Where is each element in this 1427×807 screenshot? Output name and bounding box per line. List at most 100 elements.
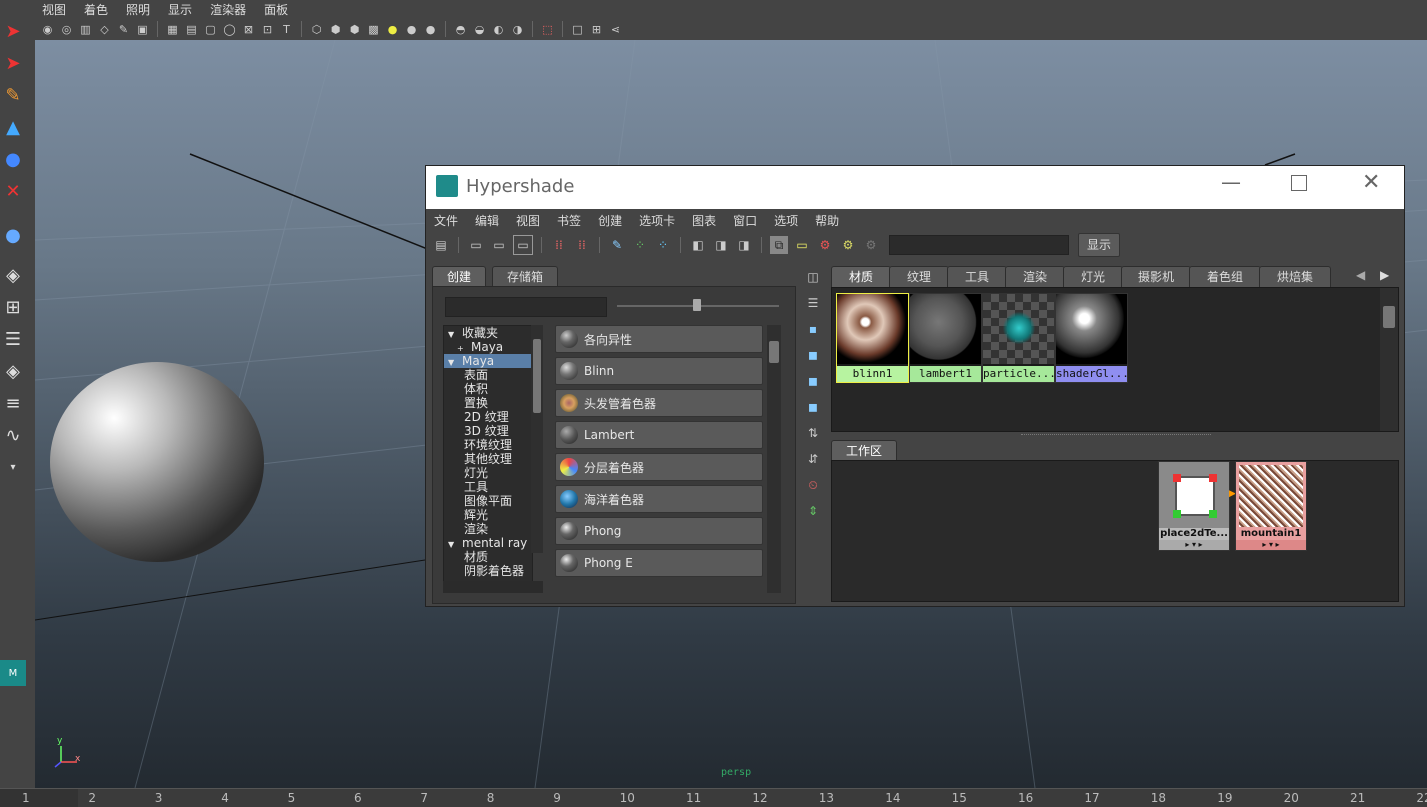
tab-bake-sets[interactable]: 烘焙集 [1259, 266, 1331, 287]
viewport-menu-item[interactable]: 面板 [264, 1, 288, 18]
node-ports[interactable]: ▸ ▾ ▸ [1236, 540, 1306, 550]
layout-expand-icon[interactable]: ▾ [0, 454, 26, 480]
tab-cameras[interactable]: 摄影机 [1121, 266, 1191, 287]
layout-graph-icon[interactable]: ◈ [0, 358, 26, 384]
tree-item[interactable]: 图像平面 [444, 494, 532, 508]
medium-icon-view[interactable]: ◼ [804, 346, 822, 364]
tree-item[interactable]: ▼ mental ray [444, 536, 532, 550]
layout-outliner-icon[interactable]: ☰ [0, 326, 26, 352]
minimize-icon[interactable]: — [1221, 170, 1241, 194]
xray-components-icon[interactable]: ◐ [491, 22, 506, 37]
large-icon-view[interactable]: ◼ [804, 372, 822, 390]
close-icon[interactable]: ✕ [1362, 170, 1380, 195]
textured-icon[interactable]: ▩ [366, 22, 381, 37]
tree-item[interactable]: 阴影着色器 [444, 564, 532, 578]
tree-item[interactable]: 工具 [444, 480, 532, 494]
pane-splitter[interactable] [1021, 434, 1211, 437]
tree-item[interactable]: 灯光 [444, 466, 532, 480]
tab-utilities[interactable]: 工具 [947, 266, 1007, 287]
material-item[interactable]: 分层着色器 [555, 453, 763, 481]
smooth-shade-icon[interactable]: ⬢ [328, 22, 343, 37]
material-swatch[interactable]: shaderGl... [1055, 293, 1128, 383]
tab-shading-groups[interactable]: 着色组 [1189, 266, 1261, 287]
swatch-small-icon[interactable]: ▭ [793, 236, 811, 254]
tree-item[interactable]: 渲染 [444, 522, 532, 536]
material-item[interactable]: Blinn [555, 357, 763, 385]
hypershade-menu-item[interactable]: 创建 [598, 212, 622, 229]
grease-pencil-icon[interactable]: ✎ [116, 22, 131, 37]
category-tree[interactable]: ▼ 收藏夹 + Maya ▼ Maya 表面 体积 置换 2D 纹理 3D 纹理 环境纹理 其他纹理 灯光… [443, 325, 533, 583]
work-area[interactable]: place2dTe... ▸ ▾ ▸ ▶ mountain1 ▸ ▾ ▸ [831, 460, 1399, 602]
display-button[interactable]: 显示 [1078, 233, 1121, 257]
hypershade-menu-item[interactable]: 书签 [557, 212, 581, 229]
snapshot-icon[interactable]: ⚙ [862, 236, 880, 254]
tab-textures[interactable]: 纹理 [889, 266, 949, 287]
time-slider[interactable]: 12345678910111213141516171819202122 [0, 788, 1427, 807]
sort-type-icon[interactable]: ⇵ [804, 450, 822, 468]
layout-both-icon[interactable]: ▭ [513, 235, 533, 255]
material-item[interactable]: Phong [555, 517, 763, 545]
tree-item[interactable]: 环境纹理 [444, 438, 532, 452]
tab-scroll-right-icon[interactable]: ▶ [1380, 268, 1389, 282]
ambient-occlusion-icon[interactable]: ● [423, 22, 438, 37]
xlarge-icon-view[interactable]: ◼ [804, 398, 822, 416]
hypershade-menu-item[interactable]: 编辑 [475, 212, 499, 229]
small-icon-view[interactable]: ▪ [804, 320, 822, 338]
tab-bins[interactable]: 存储箱 [492, 266, 559, 287]
safe-action-icon[interactable]: ▤ [184, 22, 199, 37]
backface-icon[interactable]: ◑ [510, 22, 525, 37]
tree-item[interactable]: 辉光 [444, 508, 532, 522]
four-view-icon[interactable]: ⊞ [589, 22, 604, 37]
tab-rendering[interactable]: 渲染 [1005, 266, 1065, 287]
rearrange-graph-icon[interactable]: ⁘ [631, 236, 649, 254]
rotate-tool-icon[interactable]: ● [0, 146, 26, 172]
wireframe-on-shaded-icon[interactable]: ⬢ [347, 22, 362, 37]
render-swatch-icon[interactable]: ⚙ [816, 236, 834, 254]
paint-select-icon[interactable]: ✎ [0, 82, 26, 108]
material-item[interactable]: Phong E [555, 549, 763, 577]
lights-icon[interactable]: ● [385, 22, 400, 37]
hypershade-menu-item[interactable]: 图表 [692, 212, 716, 229]
share-icon[interactable]: ⋖ [608, 22, 623, 37]
lasso-tool-icon[interactable]: ➤ [0, 50, 26, 76]
material-swatch[interactable]: blinn1 [836, 293, 909, 383]
material-item[interactable]: 头发管着色器 [555, 389, 763, 417]
maximize-icon[interactable] [1291, 175, 1307, 191]
tree-item[interactable]: + Maya [444, 340, 532, 354]
graph-down-icon[interactable]: ⁞⁞ [573, 236, 591, 254]
material-scrollbar[interactable] [767, 325, 781, 593]
field-chart-icon[interactable]: ⊠ [241, 22, 256, 37]
node-ports[interactable]: ▸ ▾ ▸ [1159, 540, 1229, 550]
hypershade-menu-item[interactable]: 窗口 [733, 212, 757, 229]
viewport-menu-item[interactable]: 渲染器 [210, 1, 246, 18]
sort-time-icon[interactable]: ⏲ [804, 476, 822, 494]
tree-item[interactable]: 置换 [444, 396, 532, 410]
tree-hscrollbar[interactable] [443, 581, 543, 593]
shadows-icon[interactable]: ● [404, 22, 419, 37]
swatch-scrollbar[interactable] [1380, 288, 1398, 431]
graph-materials-icon[interactable]: ⁘ [654, 236, 672, 254]
layout-single-icon[interactable]: ◈ [0, 262, 26, 288]
hypershade-menu-item[interactable]: 选项 [774, 212, 798, 229]
text-icon[interactable]: T [279, 22, 294, 37]
viewport-menu-item[interactable]: 着色 [84, 1, 108, 18]
tree-expander-icon[interactable]: ▼ [448, 538, 462, 552]
single-view-icon[interactable]: □ [570, 22, 585, 37]
io-connections-icon[interactable]: ◨ [712, 236, 730, 254]
node-mountain[interactable]: mountain1 ▸ ▾ ▸ [1235, 461, 1307, 551]
slider-handle[interactable] [693, 299, 701, 311]
hypershade-menu-item[interactable]: 选项卡 [639, 212, 675, 229]
filter-field[interactable] [889, 235, 1069, 255]
last-tool-icon[interactable]: ● [0, 222, 26, 248]
layout-four-icon[interactable]: ⊞ [0, 294, 26, 320]
scale-tool-icon[interactable]: ✕ [0, 178, 26, 204]
node-place2dtexture[interactable]: place2dTe... ▸ ▾ ▸ [1158, 461, 1230, 551]
output-connections-icon[interactable]: ◨ [735, 236, 753, 254]
hypershade-menu-item[interactable]: 视图 [516, 212, 540, 229]
view-swatch-icon[interactable]: ◫ [804, 268, 822, 286]
material-item[interactable]: 各向异性 [555, 325, 763, 353]
viewport-menu-item[interactable]: 照明 [126, 1, 150, 18]
gate-mask-icon[interactable]: ◯ [222, 22, 237, 37]
tree-scrollbar[interactable] [531, 325, 543, 553]
tab-lights[interactable]: 灯光 [1063, 266, 1123, 287]
